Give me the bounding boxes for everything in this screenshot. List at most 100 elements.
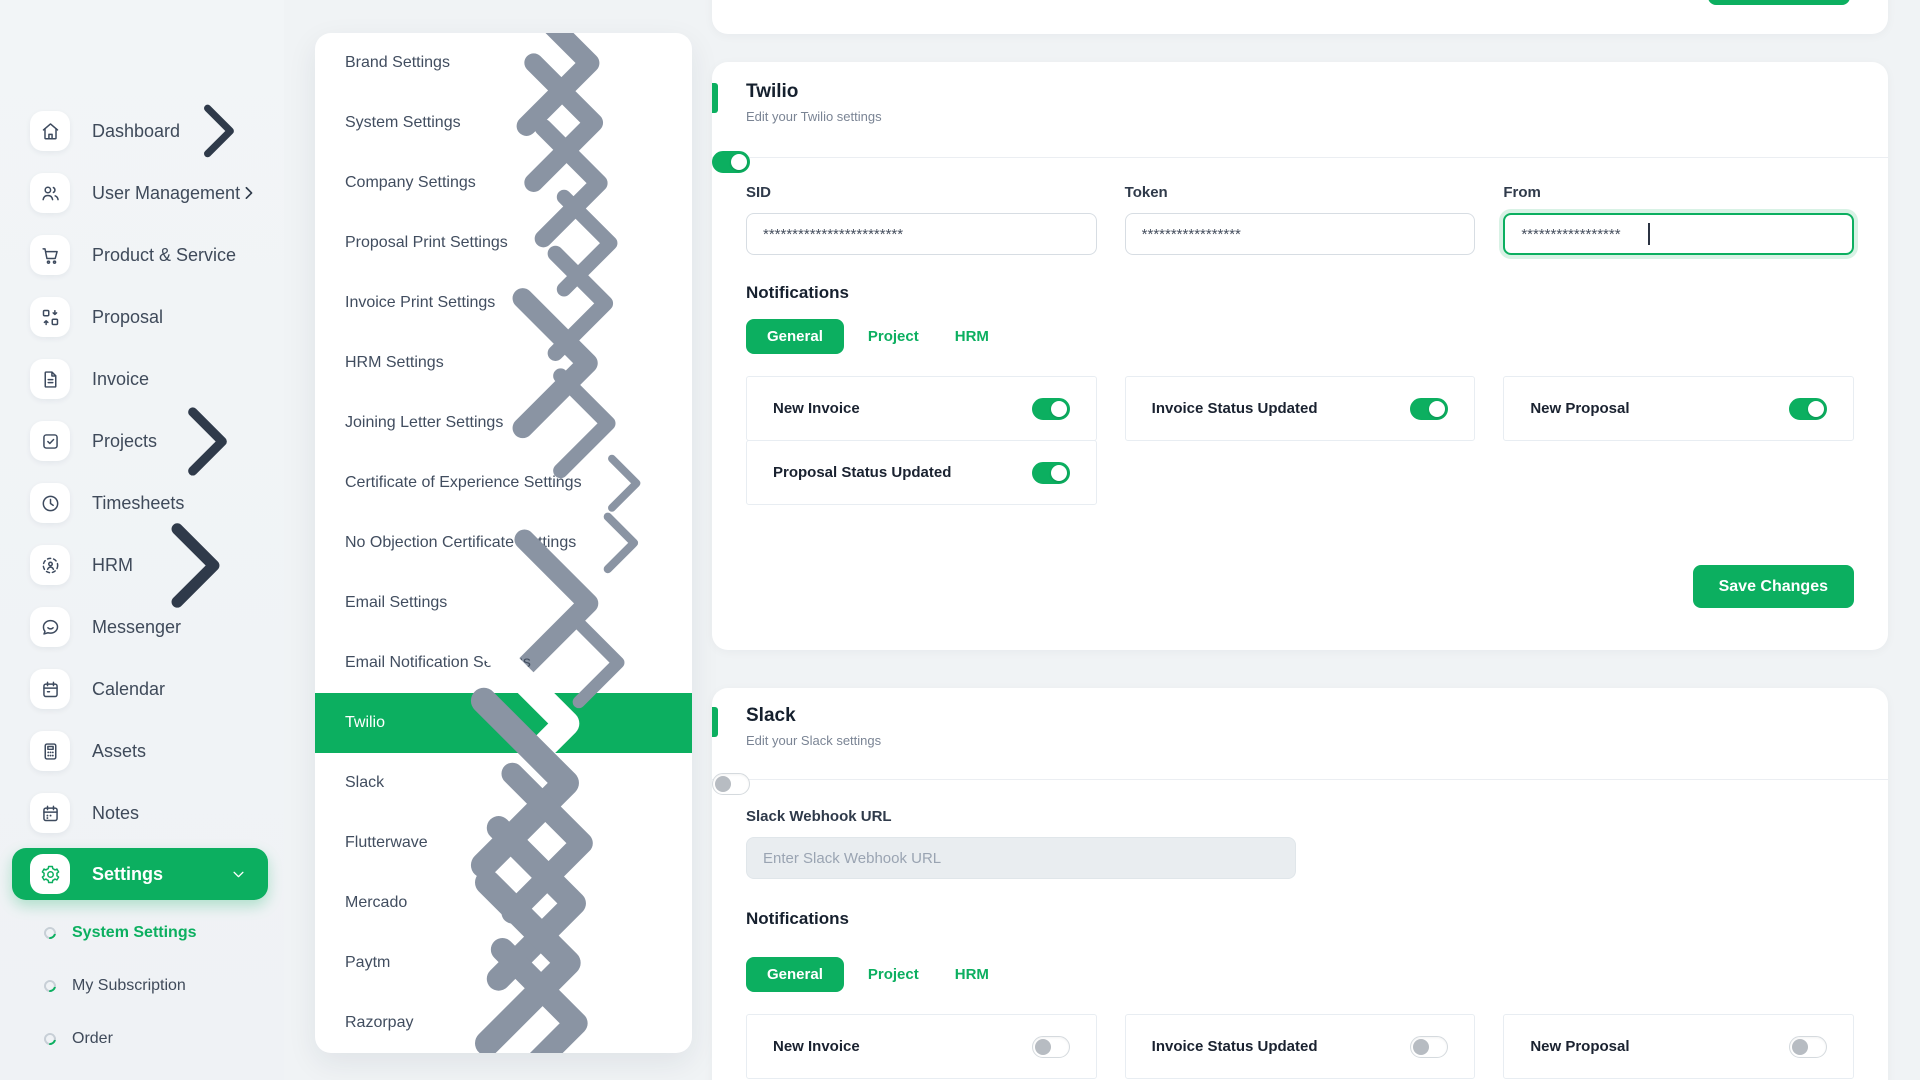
calendar-icon-box [30,669,70,709]
invoice-icon [40,369,61,390]
notification-label: New Proposal [1530,400,1629,417]
bullet-icon [42,924,59,941]
users-icon [40,183,61,204]
bullet-icon [42,977,59,994]
input-wrap [746,213,1097,255]
settings-menu-item-label: Joining Letter Settings [345,414,503,432]
notifications-heading: Notifications [746,283,1854,303]
settings-menu-item-razorpay[interactable]: Razorpay [315,993,692,1053]
notification-box-new-invoice: New Invoice [746,376,1097,441]
home-icon-box [30,111,70,151]
sidebar-item-product-service[interactable]: Product & Service [0,224,284,286]
sidebar-settings-subnav: System Settings My Subscription Order [0,906,284,1065]
sidebar-subitem-system-settings[interactable]: System Settings [0,906,284,959]
sidebar-item-calendar[interactable]: Calendar [0,658,284,720]
calculator-icon-box [30,731,70,771]
sidebar-item-label: Calendar [92,679,258,700]
cart-icon-box [30,235,70,275]
invoice-status-updated-toggle[interactable] [1410,1036,1448,1058]
tab-general[interactable]: General [746,957,844,992]
sidebar-item-label: Proposal [92,307,258,328]
main-content: Twilio Edit your Twilio settings SIDToke… [712,0,1888,1080]
sidebar-item-notes[interactable]: Notes [0,782,284,844]
proposal-status-updated-toggle[interactable] [1032,462,1070,484]
twilio-notification-toggles: New InvoiceInvoice Status UpdatedNew Pro… [746,376,1854,505]
twilio-enabled-toggle[interactable] [712,151,750,173]
calculator-icon [40,741,61,762]
sidebar-item-proposal[interactable]: Proposal [0,286,284,348]
toggle-knob [1051,465,1067,481]
home-icon [40,121,61,142]
cart-icon [40,245,61,266]
field-from: From [1503,184,1854,255]
sidebar-item-label: HRM [92,555,133,576]
sidebar-item-settings[interactable]: Settings [12,848,268,900]
notification-box-invoice-status-updated: Invoice Status Updated [1125,1014,1476,1079]
twilio-card-body: SIDTokenFrom Notifications GeneralProjec… [712,158,1888,608]
slack-subtitle: Edit your Slack settings [746,732,1854,749]
tab-project[interactable]: Project [850,319,937,354]
tab-hrm[interactable]: HRM [937,319,1007,354]
slack-card-body: Slack Webhook URL Notifications GeneralP… [712,780,1888,1079]
sidebar-item-projects[interactable]: Projects [0,410,284,472]
sid-input[interactable] [746,213,1097,255]
tab-project[interactable]: Project [850,957,937,992]
new-proposal-toggle[interactable] [1789,398,1827,420]
twilio-card-header: Twilio Edit your Twilio settings [712,62,1888,158]
chevron-right-icon [157,391,258,492]
field-label: From [1503,184,1854,201]
twilio-notification-tabs: GeneralProjectHRM [746,319,1854,354]
field-token: Token [1125,184,1476,255]
chevron-down-icon [231,867,246,882]
hrm-icon [40,555,61,576]
slack-title: Slack [746,704,1854,728]
toggle-knob [1413,1039,1429,1055]
sidebar-item-user-management[interactable]: User Management [0,162,284,224]
sidebar-item-label: Notes [92,803,258,824]
invoice-status-updated-toggle[interactable] [1410,398,1448,420]
sidebar-subitem-label: Order [72,1030,113,1048]
new-invoice-toggle[interactable] [1032,1036,1070,1058]
input-wrap [1125,213,1476,255]
toggle-knob [1792,1039,1808,1055]
save-changes-button[interactable]: Save Changes [1693,565,1854,608]
notification-box-proposal-status-updated: Proposal Status Updated [746,440,1097,505]
gear-icon-box [30,854,70,894]
from-input[interactable] [1503,213,1854,255]
new-proposal-toggle[interactable] [1789,1036,1827,1058]
sidebar-nav: Dashboard User Management Product & Servic… [0,100,284,844]
sidebar-item-assets[interactable]: Assets [0,720,284,782]
clock-icon-box [30,483,70,523]
slack-card-header: Slack Edit your Slack settings [712,688,1888,780]
sidebar-subitem-my-subscription[interactable]: My Subscription [0,959,284,1012]
sidebar-item-label: Messenger [92,617,258,638]
slack-webhook-input[interactable] [746,837,1296,879]
sidebar-item-label: Settings [92,864,231,885]
notification-box-new-invoice: New Invoice [746,1014,1097,1079]
settings-menu-item-label: Certificate of Experience Settings [345,474,582,492]
toggle-knob [731,154,747,170]
invoice-icon-box [30,359,70,399]
notification-box-new-proposal: New Proposal [1503,376,1854,441]
token-input[interactable] [1125,213,1476,255]
tab-hrm[interactable]: HRM [937,957,1007,992]
twilio-fields: SIDTokenFrom [746,184,1854,255]
notes-icon-box [30,793,70,833]
tab-general[interactable]: General [746,319,844,354]
chevron-right-icon [240,184,258,202]
sidebar-item-label: User Management [92,183,240,204]
slack-enabled-toggle[interactable] [712,773,750,795]
chevron-right-icon [180,92,258,170]
settings-menu-item-label: Razorpay [345,1014,413,1032]
sidebar-subitem-label: System Settings [72,924,196,942]
settings-menu-item-label: Proposal Print Settings [345,234,508,252]
save-button-partial[interactable] [1708,0,1850,5]
sidebar-item-hrm[interactable]: HRM [0,534,284,596]
check-square-icon-box [30,421,70,461]
toggle-knob [1429,401,1445,417]
check-square-icon [40,431,61,452]
sidebar-item-dashboard[interactable]: Dashboard [0,100,284,162]
new-invoice-toggle[interactable] [1032,398,1070,420]
notifications-heading: Notifications [746,909,1854,929]
sidebar-subitem-order[interactable]: Order [0,1012,284,1065]
